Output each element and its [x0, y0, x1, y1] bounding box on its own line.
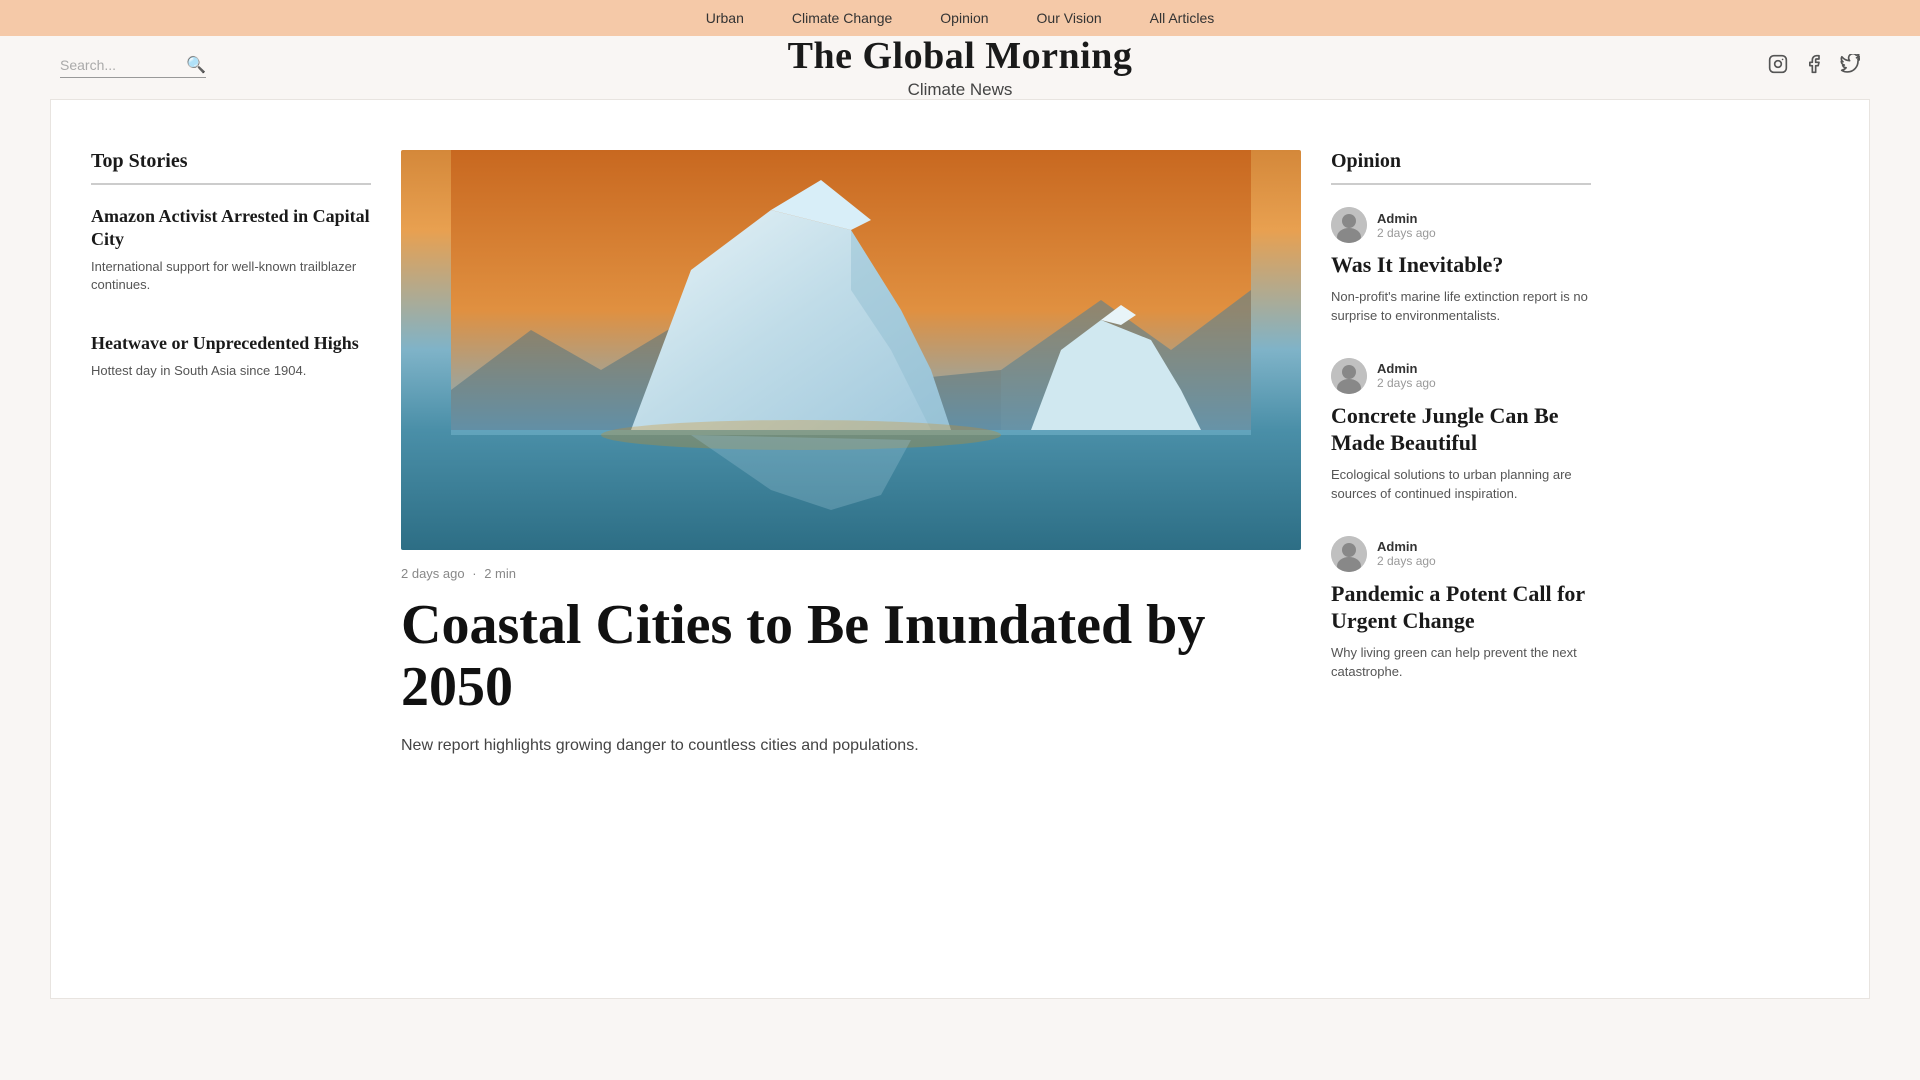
author-name-2: Admin	[1377, 361, 1436, 376]
opinion-headline-3: Pandemic a Potent Call for Urgent Change	[1331, 580, 1591, 635]
article-meta: 2 days ago · 2 min	[401, 566, 1301, 581]
opinion-desc-1: Non-profit's marine life extinction repo…	[1331, 287, 1591, 326]
search-icon[interactable]: 🔍	[186, 55, 206, 75]
story-card-heatwave[interactable]: Heatwave or Unprecedented Highs Hottest …	[91, 322, 371, 380]
author-name-1: Admin	[1377, 211, 1436, 226]
avatar-3	[1331, 536, 1367, 572]
story-desc-heatwave: Hottest day in South Asia since 1904.	[91, 362, 371, 380]
opinion-card-1[interactable]: Admin 2 days ago Was It Inevitable? Non-…	[1331, 207, 1591, 326]
instagram-icon[interactable]	[1768, 54, 1788, 79]
author-name-3: Admin	[1377, 539, 1436, 554]
nav-climate-change[interactable]: Climate Change	[792, 10, 892, 26]
main-container: Top Stories Ama	[0, 89, 1920, 1009]
site-subtitle: Climate News	[788, 80, 1133, 100]
opinion-sidebar: Opinion Admin 2 days ago	[1331, 130, 1591, 968]
social-icons	[1768, 54, 1860, 79]
story-headline-amazon: Amazon Activist Arrested in Capital City	[91, 205, 371, 252]
sidebar: Top Stories Ama	[91, 130, 371, 968]
opinion-headline-2: Concrete Jungle Can Be Made Beautiful	[1331, 402, 1591, 457]
site-title: The Global Morning	[788, 34, 1133, 78]
article-read-time: 2 min	[484, 566, 516, 581]
facebook-icon[interactable]	[1804, 54, 1824, 79]
main-article: 2 days ago · 2 min Coastal Cities to Be …	[401, 130, 1301, 968]
opinion-author-row-1: Admin 2 days ago	[1331, 207, 1591, 243]
author-date-3: 2 days ago	[1377, 554, 1436, 568]
opinion-headline-1: Was It Inevitable?	[1331, 251, 1591, 279]
avatar-2	[1331, 358, 1367, 394]
article-time: 2 days ago	[401, 566, 465, 581]
opinion-divider	[1331, 183, 1591, 185]
top-nav: Urban Climate Change Opinion Our Vision …	[0, 0, 1920, 36]
nav-our-vision[interactable]: Our Vision	[1037, 10, 1102, 26]
article-title: Coastal Cities to Be Inundated by 2050	[401, 595, 1301, 718]
opinion-author-row-3: Admin 2 days ago	[1331, 536, 1591, 572]
avatar-1	[1331, 207, 1367, 243]
story-headline-heatwave: Heatwave or Unprecedented Highs	[91, 332, 371, 355]
author-info-3: Admin 2 days ago	[1377, 539, 1436, 568]
opinion-desc-2: Ecological solutions to urban planning a…	[1331, 465, 1591, 504]
story-desc-amazon: International support for well-known tra…	[91, 258, 371, 294]
twitter-icon[interactable]	[1840, 54, 1860, 79]
header: 🔍 The Global Morning Climate News	[0, 36, 1920, 89]
author-info-1: Admin 2 days ago	[1377, 211, 1436, 240]
author-date-1: 2 days ago	[1377, 226, 1436, 240]
article-summary: New report highlights growing danger to …	[401, 734, 1301, 758]
sidebar-title: Top Stories	[91, 150, 371, 173]
opinion-card-3[interactable]: Admin 2 days ago Pandemic a Potent Call …	[1331, 536, 1591, 682]
content-card: Top Stories Ama	[50, 99, 1870, 999]
author-date-2: 2 days ago	[1377, 376, 1436, 390]
author-info-2: Admin 2 days ago	[1377, 361, 1436, 390]
nav-opinion[interactable]: Opinion	[940, 10, 988, 26]
header-center: The Global Morning Climate News	[788, 34, 1133, 100]
opinion-author-row-2: Admin 2 days ago	[1331, 358, 1591, 394]
opinion-title: Opinion	[1331, 150, 1591, 173]
opinion-desc-3: Why living green can help prevent the ne…	[1331, 643, 1591, 682]
search-input[interactable]	[60, 57, 180, 73]
search-area[interactable]: 🔍	[60, 55, 206, 78]
nav-urban[interactable]: Urban	[706, 10, 744, 26]
story-card-amazon[interactable]: Amazon Activist Arrested in Capital City…	[91, 205, 371, 294]
nav-all-articles[interactable]: All Articles	[1150, 10, 1215, 26]
main-article-image	[401, 150, 1301, 550]
article-dot: ·	[472, 566, 476, 581]
opinion-card-2[interactable]: Admin 2 days ago Concrete Jungle Can Be …	[1331, 358, 1591, 504]
sidebar-divider	[91, 183, 371, 185]
